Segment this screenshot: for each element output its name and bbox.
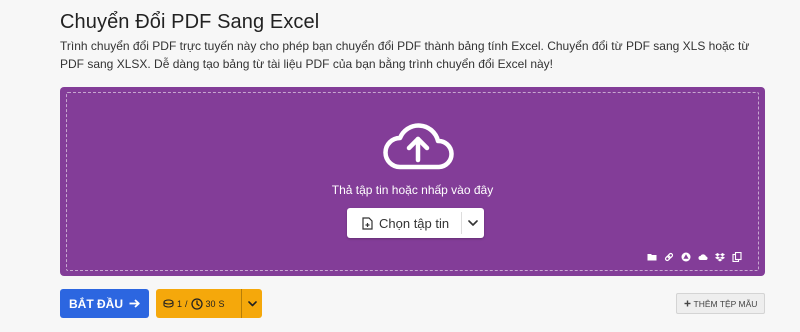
google-drive-icon[interactable]: [681, 252, 691, 262]
start-button-label: BẮT ĐẦU: [69, 296, 123, 311]
dropzone-prompt: Thả tập tin hoặc nhấp vào đây: [331, 183, 494, 197]
dropzone-border[interactable]: Thả tập tin hoặc nhấp vào đây Chọn tập t…: [66, 92, 759, 271]
choose-file-group: Chọn tập tin: [347, 208, 485, 238]
credit-count: 1: [177, 298, 183, 309]
time-unit: S: [218, 298, 225, 309]
choose-file-label: Chọn tập tin: [379, 215, 450, 231]
file-add-icon: [362, 216, 373, 230]
coin-stack-icon: [163, 299, 174, 308]
clock-icon: [190, 297, 203, 310]
choose-file-dropdown[interactable]: [462, 208, 484, 238]
add-sample-file-button[interactable]: THÊM TỆP MẪU: [676, 293, 765, 314]
credit-separator: /: [185, 298, 188, 309]
time-value: 30: [205, 298, 216, 309]
credit-time-indicator: 1 / 30 S: [156, 289, 262, 318]
onedrive-icon[interactable]: [698, 252, 708, 262]
start-button[interactable]: BẮT ĐẦU: [60, 289, 149, 318]
chevron-down-icon: [468, 220, 478, 226]
folder-icon[interactable]: [647, 252, 657, 262]
plus-icon: [684, 300, 691, 307]
link-icon[interactable]: [664, 252, 674, 262]
source-icons: [647, 252, 742, 262]
add-sample-file-label: THÊM TỆP MẪU: [693, 298, 758, 309]
page-description: Trình chuyển đổi PDF trực tuyến này cho …: [60, 39, 750, 71]
file-dropzone[interactable]: Thả tập tin hoặc nhấp vào đây Chọn tập t…: [60, 87, 765, 276]
cloud-upload-icon: [383, 123, 454, 170]
page-title: Chuyển Đổi PDF Sang Excel: [60, 11, 320, 33]
credit-dropdown[interactable]: [242, 300, 262, 307]
credit-time-info: 1 / 30 S: [156, 297, 241, 310]
arrow-right-icon: [129, 299, 140, 308]
clipboard-icon[interactable]: [732, 252, 742, 262]
chevron-down-icon: [247, 300, 257, 306]
choose-file-button[interactable]: Chọn tập tin: [347, 208, 461, 238]
dropbox-icon[interactable]: [715, 252, 725, 262]
